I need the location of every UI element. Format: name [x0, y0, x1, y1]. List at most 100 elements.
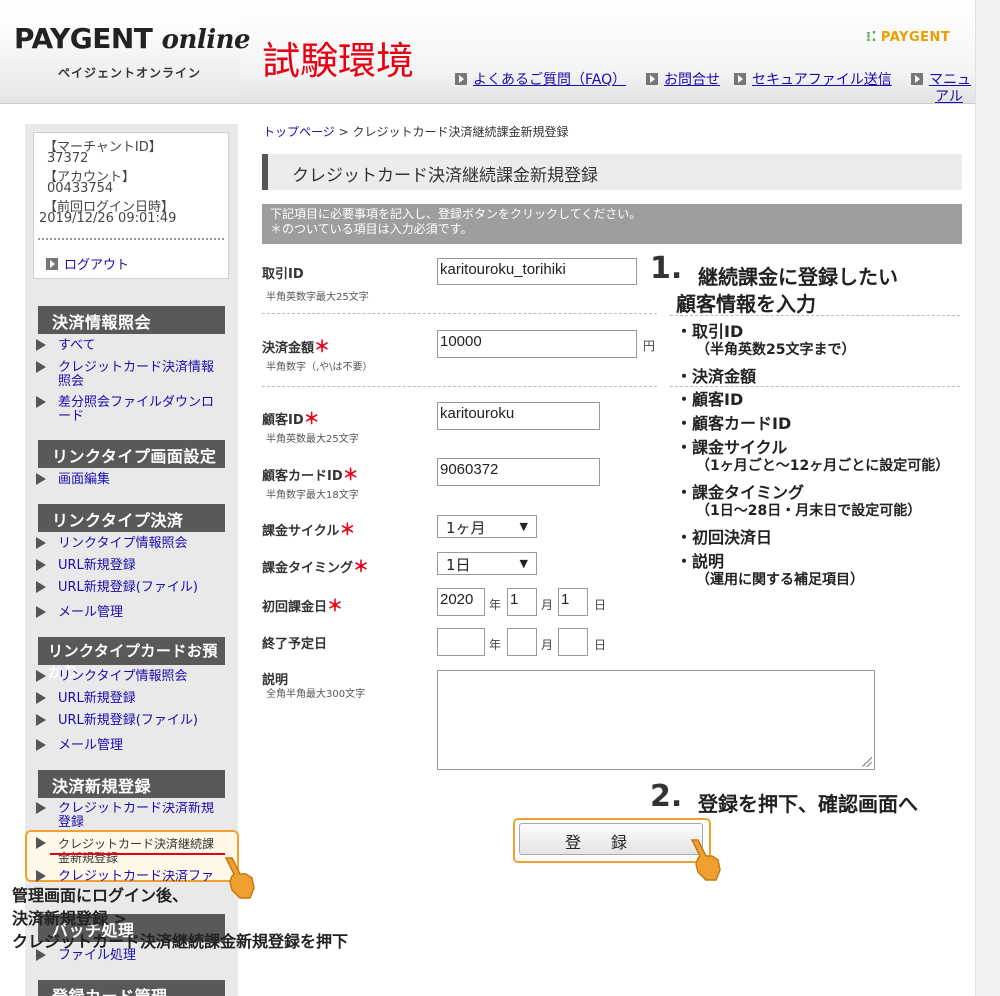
last-login-value: 2019/12/26 09:01:49 [39, 211, 177, 226]
logout-link[interactable]: ログアウト [46, 254, 129, 273]
customer-id-hint: 半角英数最大25文字 [266, 434, 359, 445]
nav-manual-link-cont[interactable]: アル [935, 86, 963, 106]
step1-title-line1: 継続課金に登録したい [698, 265, 898, 289]
timing-select[interactable]: 1日 ▼ [437, 552, 537, 575]
resize-handle-icon[interactable] [862, 757, 872, 767]
card-id-input[interactable]: 9060372 [437, 458, 600, 486]
triangle-right-icon [36, 581, 46, 593]
ann-item: ・顧客ID [676, 390, 744, 409]
arrow-bullet-icon [455, 73, 467, 85]
trading-id-input[interactable]: karitouroku_torihiki [437, 258, 637, 285]
day-unit: 日 [594, 598, 607, 612]
divider [670, 315, 960, 316]
first-date-label: 初回課金日＊ [262, 596, 344, 615]
triangle-right-icon [36, 714, 46, 726]
breadcrumb-top-link[interactable]: トップページ [263, 125, 335, 139]
description-textarea[interactable] [437, 670, 875, 770]
arrow-bullet-icon [46, 258, 58, 270]
section-payment-inquiry: 決済情報照会 [38, 306, 225, 334]
nav-faq-link[interactable]: よくあるご質問（FAQ） [455, 69, 626, 89]
triangle-right-icon [36, 870, 46, 882]
amount-hint: 半角数字（,や\は不要） [266, 362, 373, 373]
sidebar-item-mail-mgmt[interactable]: メール管理 [36, 606, 226, 622]
step1-title-line2: 顧客情報を入力 [676, 292, 816, 316]
ann-sub: （半角英数25文字まで） [696, 342, 856, 358]
sidebar-item-lt-inquiry[interactable]: リンクタイプ情報照会 [36, 537, 226, 553]
first-date-year-input[interactable]: 2020 [437, 588, 485, 616]
paygent-online-logo[interactable]: PAYGENT online [14, 22, 251, 55]
first-date-day-input[interactable]: 1 [558, 588, 588, 616]
year-unit: 年 [489, 598, 502, 612]
triangle-right-icon [36, 339, 46, 351]
sidebar-item-ltc-url-new-file[interactable]: URL新規登録(ファイル) [36, 714, 226, 730]
end-date-month-input[interactable] [507, 628, 537, 656]
sidebar-item-ltc-url-new[interactable]: URL新規登録 [36, 692, 226, 708]
section-link-screen-settings: リンクタイプ画面設定 [38, 440, 225, 468]
sidebar-item-url-new-file[interactable]: URL新規登録(ファイル) [36, 581, 226, 597]
customer-id-label: 顧客ID＊ [262, 409, 320, 428]
month-unit: 月 [541, 638, 554, 652]
triangle-right-icon [36, 396, 46, 408]
nav-contact-link[interactable]: お問合せ [646, 69, 720, 89]
triangle-right-icon [36, 473, 46, 485]
sidebar-item-url-new[interactable]: URL新規登録 [36, 559, 226, 575]
environment-title: 試験環境 [262, 39, 415, 83]
year-unit: 年 [489, 638, 502, 652]
annotation-login: 管理画面にログイン後、 決済新規登録 > クレジットカード決済継続課金新規登録を… [12, 886, 349, 951]
sidebar-item-ltc-mail-mgmt[interactable]: メール管理 [36, 739, 226, 755]
triangle-right-icon [36, 670, 46, 682]
sidebar-item-all[interactable]: すべて [36, 339, 226, 355]
end-date-day-input[interactable] [558, 628, 588, 656]
sidebar-item-cc-recurring-new[interactable]: クレジットカード決済継続課金新規登録 [36, 837, 226, 865]
brand-dots-icon: ⁝⁚ [866, 30, 877, 45]
day-unit: 日 [594, 638, 607, 652]
sidebar-item-cc-inquiry[interactable]: クレジットカード決済情報照会 [36, 361, 226, 389]
ann-item: ・決済金額 [676, 367, 757, 386]
account-id-value: 00433754 [47, 181, 114, 196]
amount-label: 決済金額＊ [262, 337, 331, 356]
logo-subtitle: ペイジェントオンライン [58, 66, 202, 80]
ann-sub: （1日～28日・月末日で設定可能） [696, 503, 922, 519]
sidebar-item-screen-edit[interactable]: 画面編集 [36, 473, 226, 489]
customer-id-input[interactable]: karitouroku [437, 402, 600, 430]
step2-number: 2. [650, 779, 683, 814]
sidebar-item-cc-partial[interactable]: クレジットカード決済ファイル [36, 870, 226, 882]
logout-label[interactable]: ログアウト [64, 258, 129, 273]
triangle-right-icon [36, 802, 46, 814]
register-button[interactable]: 登録 [519, 823, 703, 855]
section-card-mgmt: 登録カード管理 [38, 980, 225, 996]
step1-number: 1. [650, 251, 683, 286]
sidebar-item-ltc-inquiry[interactable]: リンクタイプ情報照会 [36, 670, 226, 686]
arrow-bullet-icon [911, 73, 923, 85]
page-edge [975, 0, 1000, 996]
dropdown-arrow-icon: ▼ [519, 557, 528, 570]
month-unit: 月 [541, 598, 554, 612]
card-id-hint: 半角数字最大18文字 [266, 490, 359, 501]
divider [262, 386, 657, 387]
breadcrumb: トップページ > クレジットカード決済継続課金新規登録 [263, 125, 569, 139]
ann-item: ・初回決済日 [676, 528, 773, 547]
trading-id-hint: 半角英数字最大25文字 [266, 292, 369, 303]
sidebar-item-cc-new[interactable]: クレジットカード決済新規登録 [36, 802, 226, 828]
section-link-card-storage: リンクタイプカードお預かり [38, 637, 225, 681]
first-date-month-input[interactable]: 1 [507, 588, 537, 616]
breadcrumb-current: クレジットカード決済継続課金新規登録 [352, 125, 569, 139]
amount-input[interactable]: 10000 [437, 330, 637, 358]
pointing-hand-icon [690, 839, 721, 881]
nav-secure-file-link[interactable]: セキュアファイル送信 [734, 69, 892, 89]
triangle-right-icon [36, 559, 46, 571]
end-date-year-input[interactable] [437, 628, 485, 656]
cycle-select[interactable]: 1ヶ月 ▼ [437, 515, 537, 538]
section-new-payment: 決済新規登録 [38, 770, 225, 798]
ann-sub: （運用に関する補足項目） [696, 572, 864, 588]
red-underline [50, 853, 225, 855]
section-link-payment: リンクタイプ決済 [38, 504, 225, 532]
step2-text: 登録を押下、確認画面へ [698, 792, 918, 816]
sidebar-item-diff-download[interactable]: 差分照会ファイルダウンロード [36, 396, 226, 424]
arrow-bullet-icon [646, 73, 658, 85]
divider [38, 238, 224, 240]
timing-label: 課金タイミング＊ [262, 557, 370, 576]
paygent-brand-logo: ⁝⁚ PAYGENT [866, 30, 951, 45]
trading-id-label: 取引ID [262, 267, 304, 282]
triangle-right-icon [36, 739, 46, 751]
